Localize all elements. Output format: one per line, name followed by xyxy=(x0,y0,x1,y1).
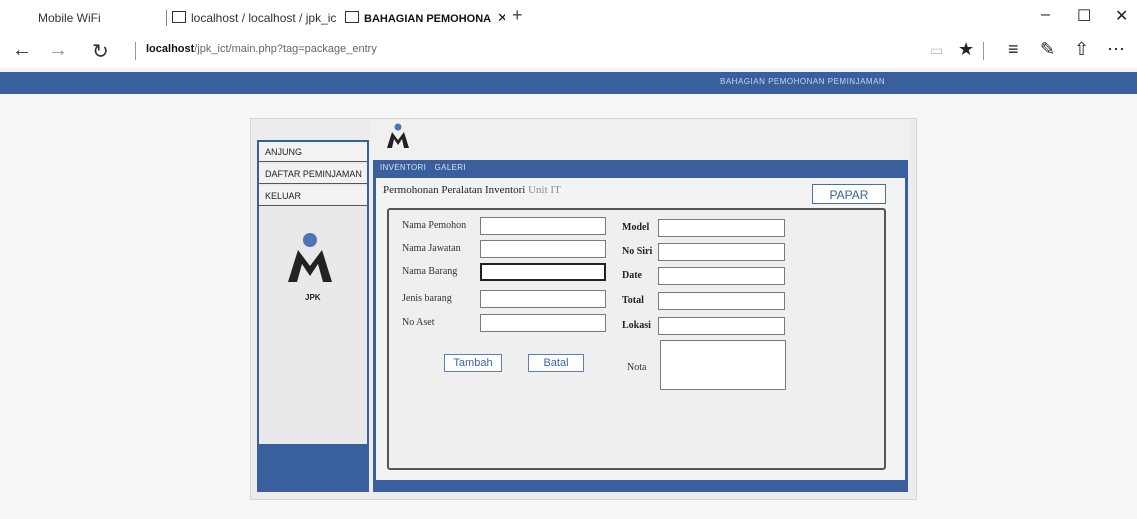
no-siri-label: No Siri xyxy=(622,246,653,257)
tab-phpmyadmin[interactable]: localhost / localhost / jpk_ic xyxy=(172,8,340,28)
date-label: Date xyxy=(622,270,642,281)
banner-title: BAHAGIAN PEMOHONAN PEMINJAMAN xyxy=(720,77,886,86)
address-bar-row: ← → ↻ localhost/jpk_ict/main.php?tag=pac… xyxy=(0,34,1137,68)
no-siri-input[interactable] xyxy=(658,243,785,261)
tab-galeri[interactable]: GALERI xyxy=(435,163,466,172)
date-input[interactable] xyxy=(658,267,785,285)
model-label: Model xyxy=(622,222,650,233)
jenis-barang-input[interactable] xyxy=(480,290,606,308)
nama-jawatan-label: Nama Jawatan xyxy=(402,243,461,254)
url-path: /jpk_ict/main.php?tag=package_entry xyxy=(194,43,377,55)
jenis-barang-label: Jenis barang xyxy=(402,293,452,304)
forward-icon[interactable]: → xyxy=(48,39,68,62)
hub-icon[interactable]: ≡ xyxy=(1008,39,1019,60)
no-aset-label: No Aset xyxy=(402,317,435,328)
reading-view-icon[interactable]: ▭ xyxy=(930,42,943,59)
page-icon xyxy=(345,11,359,23)
total-input[interactable] xyxy=(658,292,785,310)
minimize-button[interactable]: – xyxy=(1041,6,1050,24)
page-title-text: Permohonan Peralatan Inventori xyxy=(383,184,526,196)
lokasi-label: Lokasi xyxy=(622,320,651,331)
refresh-icon[interactable]: ↻ xyxy=(92,39,109,64)
url-host: localhost xyxy=(146,43,195,55)
nama-jawatan-input[interactable] xyxy=(480,240,606,258)
tab-inventori[interactable]: INVENTORI xyxy=(380,163,426,172)
close-tab-icon[interactable]: ✕ xyxy=(497,10,505,25)
page-title-unit: Unit IT xyxy=(528,184,561,196)
no-aset-input[interactable] xyxy=(480,314,606,332)
tab-label: BAHAGIAN PEMOHONA xyxy=(364,13,492,25)
total-label: Total xyxy=(622,295,644,306)
web-note-icon[interactable]: ✎ xyxy=(1040,39,1055,60)
papar-button[interactable]: PAPAR xyxy=(812,184,886,204)
favorite-star-icon[interactable]: ★ xyxy=(958,39,974,60)
header-logo-icon xyxy=(387,123,409,148)
share-icon[interactable]: ⇧ xyxy=(1074,39,1089,60)
nama-pemohon-input[interactable] xyxy=(480,217,606,235)
url-field[interactable]: localhost/jpk_ict/main.php?tag=package_e… xyxy=(146,43,377,55)
tab-label: localhost / localhost / jpk_ic xyxy=(191,11,337,25)
main-tabs: INVENTORI GALERI xyxy=(380,163,472,172)
nama-barang-label: Nama Barang xyxy=(402,266,458,277)
back-icon[interactable]: ← xyxy=(12,39,32,62)
tab-bahagian-pemohonan[interactable]: BAHAGIAN PEMOHONA ✕ xyxy=(345,8,505,28)
sidebar-item-keluar[interactable]: KELUAR xyxy=(259,186,367,206)
more-icon[interactable]: ⋯ xyxy=(1107,39,1125,60)
tab-label: Mobile WiFi xyxy=(38,11,101,25)
batal-button[interactable]: Batal xyxy=(528,354,584,372)
sidebar-item-daftar-peminjaman[interactable]: DAFTAR PEMINJAMAN xyxy=(259,164,367,184)
nama-barang-input[interactable] xyxy=(480,263,606,281)
nota-textarea[interactable] xyxy=(660,340,786,390)
new-tab-button[interactable]: + xyxy=(512,5,523,26)
app-header xyxy=(370,120,910,160)
close-window-button[interactable]: ✕ xyxy=(1115,6,1128,26)
browser-tab-bar: Mobile WiFi localhost / localhost / jpk_… xyxy=(0,0,1137,34)
tab-mobile-wifi[interactable]: Mobile WiFi xyxy=(38,8,148,28)
model-input[interactable] xyxy=(658,219,785,237)
tambah-button[interactable]: Tambah xyxy=(444,354,502,372)
jpk-logo-icon xyxy=(288,233,332,282)
nota-label: Nota xyxy=(627,362,647,373)
top-banner: BAHAGIAN PEMOHONAN PEMINJAMAN xyxy=(0,72,1137,94)
jpk-logo-text: JPK xyxy=(305,293,321,302)
lokasi-input[interactable] xyxy=(658,317,785,335)
tab-divider xyxy=(166,10,167,26)
divider xyxy=(983,42,984,60)
divider xyxy=(135,42,136,60)
sidebar-item-anjung[interactable]: ANJUNG xyxy=(259,142,367,162)
maximize-button[interactable]: ☐ xyxy=(1077,6,1091,26)
nama-pemohon-label: Nama Pemohon xyxy=(402,220,467,231)
page-title: Permohonan Peralatan Inventori Unit IT xyxy=(383,184,561,196)
page-icon xyxy=(172,11,186,23)
